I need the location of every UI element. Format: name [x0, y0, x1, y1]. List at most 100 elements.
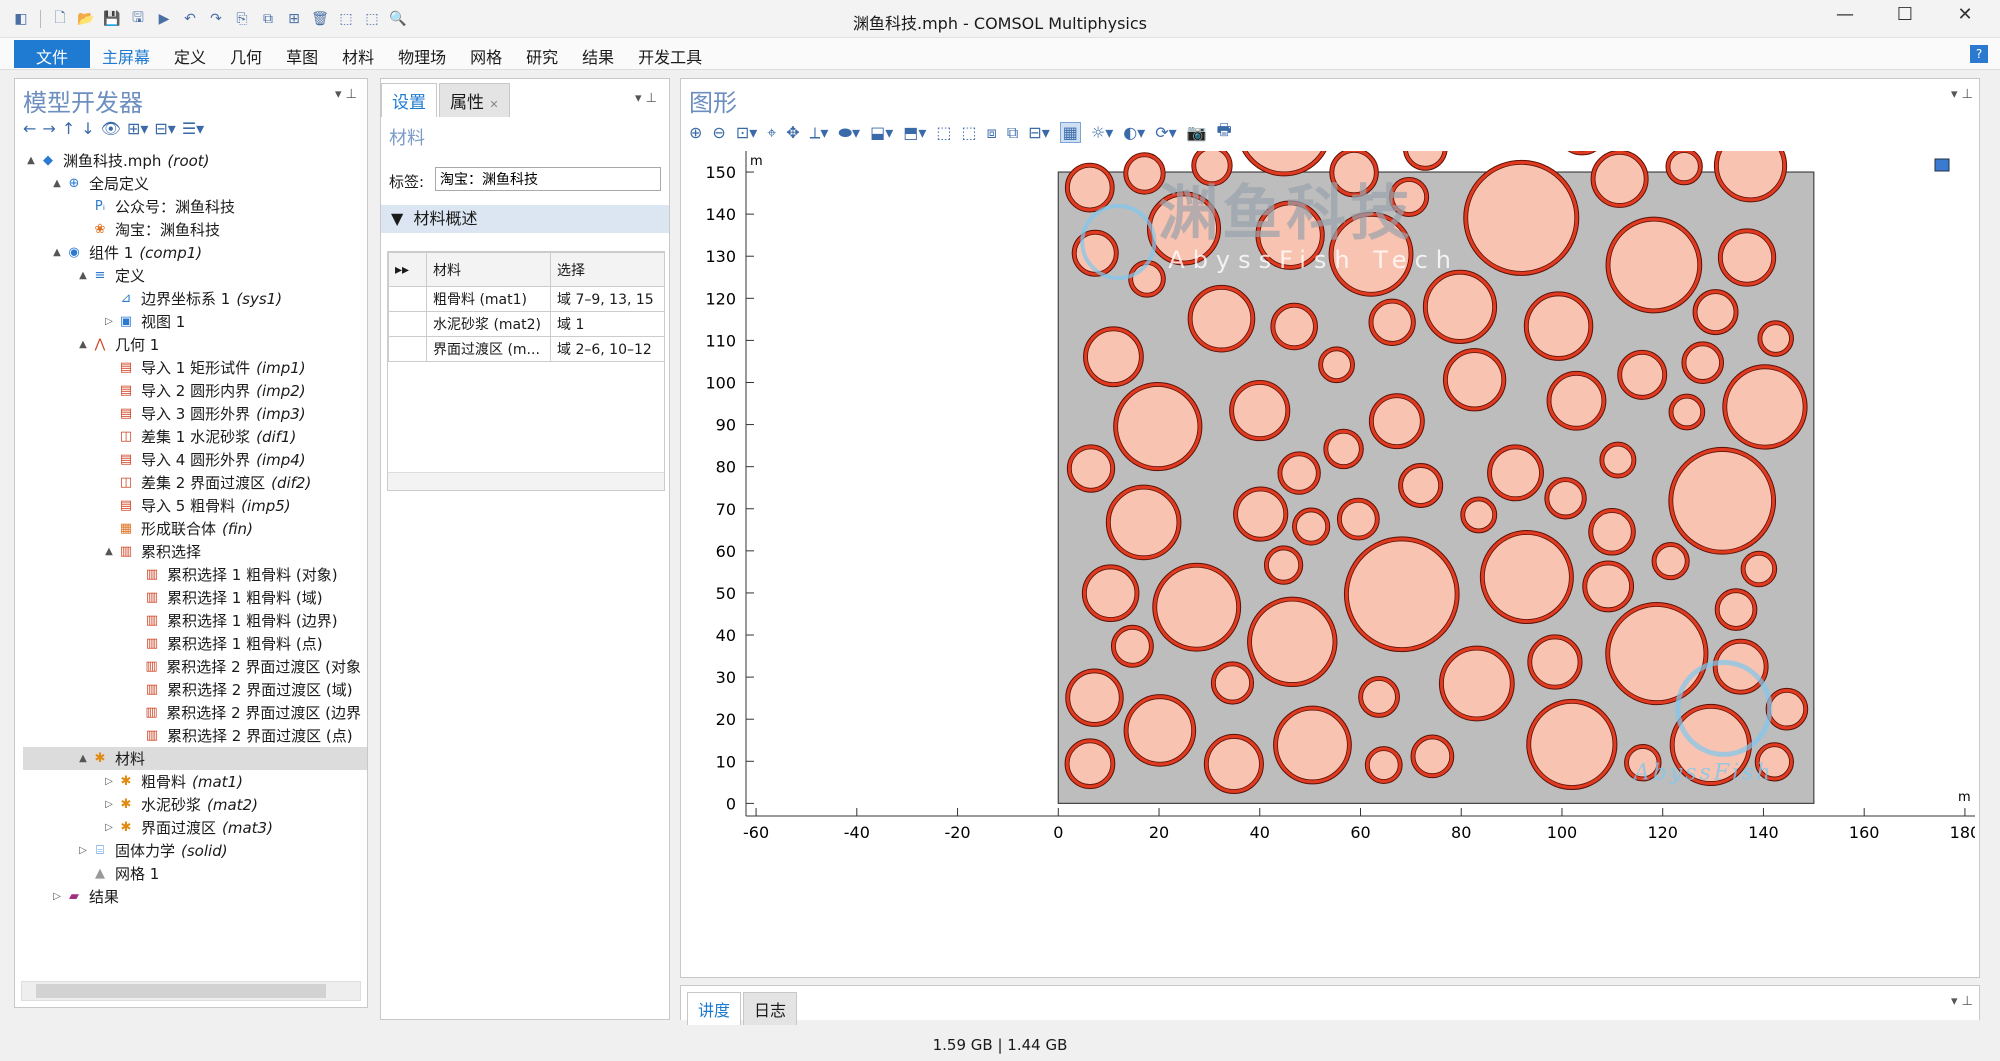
menu-5[interactable]: 材料 — [330, 40, 386, 68]
panel-menu-icon[interactable]: ▾ ⊥ — [1951, 994, 1973, 1009]
tab-properties[interactable]: 属性 ✕ — [439, 83, 510, 117]
hide-icon[interactable]: ⧈ — [987, 123, 997, 143]
tree-node[interactable]: ▲ ✱ 材料 — [23, 747, 367, 770]
zoom-extents-icon[interactable]: ⌖ — [767, 123, 776, 143]
tree-toggle-icon[interactable]: ▷ — [49, 891, 65, 902]
tree-node[interactable]: ▥ 累积选择 1 粗骨料 (对象) — [23, 563, 367, 586]
tree-node[interactable]: ▲ ≡ 定义 — [23, 264, 367, 287]
list-icon[interactable]: ☰▾ — [182, 119, 204, 138]
transparency-icon[interactable]: ◐▾ — [1123, 123, 1145, 142]
tree-toggle-icon[interactable]: ▲ — [101, 546, 117, 557]
domain-icon[interactable]: ⬒▾ — [903, 123, 926, 142]
tree-toggle-icon[interactable]: ▷ — [101, 776, 117, 787]
panel-menu-icon[interactable]: ▾ ⊥ — [635, 91, 657, 106]
close-button[interactable]: ✕ — [1935, 4, 1995, 25]
column-header-selection[interactable]: 选择 — [550, 252, 664, 287]
menu-3[interactable]: 几何 — [218, 40, 274, 68]
select-box-icon[interactable]: ⬚ — [936, 123, 951, 142]
tree-node[interactable]: ▷ ✱ 粗骨料 (mat1) — [23, 770, 367, 793]
tree-toggle-icon[interactable]: ▲ — [75, 753, 91, 764]
tree-toggle-icon[interactable]: ▷ — [101, 822, 117, 833]
menu-1[interactable]: 主屏幕 — [90, 40, 162, 68]
tree-toggle-icon[interactable]: ▲ — [75, 339, 91, 350]
tree-node[interactable]: ▥ 累积选择 1 粗骨料 (点) — [23, 632, 367, 655]
tree-node[interactable]: ▤ 导入 5 粗骨料 (imp5) — [23, 494, 367, 517]
move-up-icon[interactable]: ↑ — [62, 119, 75, 138]
table-row[interactable]: 粗骨料 (mat1) 域 7–9, 13, 15 — [388, 286, 664, 312]
menu-0[interactable]: 文件 — [14, 40, 91, 68]
tree-node[interactable]: ▤ 导入 3 圆形外界 (imp3) — [23, 402, 367, 425]
tree-node[interactable]: ▷ ✱ 水泥砂浆 (mat2) — [23, 793, 367, 816]
hide-selected-icon[interactable]: ⧉ — [1007, 123, 1018, 143]
help-icon[interactable]: ? — [1970, 45, 1988, 63]
menu-2[interactable]: 定义 — [162, 40, 218, 68]
back-icon[interactable]: ← — [23, 119, 36, 138]
table-row[interactable]: 水泥砂浆 (mat2) 域 1 — [388, 311, 664, 337]
tree-node[interactable]: ▲ ▥ 累积选择 — [23, 540, 367, 563]
boundary-icon[interactable]: ⬓▾ — [870, 123, 893, 142]
table-scrollbar[interactable] — [388, 472, 664, 490]
zoom-box-icon[interactable]: ⊡▾ — [736, 123, 757, 142]
tree-node[interactable]: ▲ ◉ 组件 1 (comp1) — [23, 241, 367, 264]
scene-light-icon[interactable]: ☼▾ — [1091, 123, 1113, 142]
tree-node[interactable]: ▷ ▣ 视图 1 — [23, 310, 367, 333]
tab-log[interactable]: 日志 — [743, 992, 798, 1025]
maximize-button[interactable]: ☐ — [1875, 4, 1935, 25]
tree-node[interactable]: ▤ 导入 4 圆形外界 (imp4) — [23, 448, 367, 471]
print-icon[interactable]: 🖶 — [1217, 119, 1232, 146]
tree-toggle-icon[interactable]: ▷ — [75, 845, 91, 856]
show-icon[interactable]: 👁 — [101, 119, 121, 138]
tree-node[interactable]: ▤ 导入 1 矩形试件 (imp1) — [23, 356, 367, 379]
menu-10[interactable]: 开发工具 — [626, 40, 714, 68]
tree-node[interactable]: ▤ 导入 2 圆形内界 (imp2) — [23, 379, 367, 402]
table-corner[interactable]: ▸▸ — [388, 252, 427, 287]
section-header[interactable]: ▼ 材料概述 — [381, 205, 669, 233]
tree-node[interactable]: ▥ 累积选择 1 粗骨料 (边界) — [23, 609, 367, 632]
tree-node[interactable]: Pᵢ 公众号：渊鱼科技 — [23, 195, 367, 218]
tree-node[interactable]: ▷ ▰ 结果 — [23, 885, 367, 908]
tree-toggle-icon[interactable]: ▲ — [75, 270, 91, 281]
select-mode-icon[interactable]: ⬬▾ — [838, 123, 860, 143]
tree-node[interactable]: ◫ 差集 1 水泥砂浆 (dif1) — [23, 425, 367, 448]
tree-node[interactable]: ⊿ 边界坐标系 1 (sys1) — [23, 287, 367, 310]
tree-node[interactable]: ▥ 累积选择 2 界面过渡区 (点) — [23, 724, 367, 747]
tree-node[interactable]: ❀ 淘宝：渊鱼科技 — [23, 218, 367, 241]
label-field[interactable] — [435, 167, 661, 191]
column-header-material[interactable]: 材料 — [426, 252, 551, 287]
tab-settings[interactable]: 设置 — [381, 83, 437, 117]
zoom-out-icon[interactable]: ⊖ — [712, 123, 725, 142]
tree-node[interactable]: ◫ 差集 2 界面过渡区 (dif2) — [23, 471, 367, 494]
tree-toggle-icon[interactable]: ▷ — [101, 799, 117, 810]
tree-toggle-icon[interactable]: ▲ — [23, 155, 39, 166]
zoom-in-icon[interactable]: ⊕ — [689, 123, 702, 142]
deselect-icon[interactable]: ⬚ — [962, 123, 977, 142]
panel-menu-icon[interactable]: ▾ ⊥ — [1951, 87, 1973, 102]
minimize-button[interactable]: — — [1815, 4, 1875, 25]
menu-7[interactable]: 网格 — [458, 40, 514, 68]
tree-toggle-icon[interactable]: ▲ — [49, 247, 65, 258]
menu-8[interactable]: 研究 — [514, 40, 570, 68]
tree-node[interactable]: ▥ 累积选择 2 界面过渡区 (对象 — [23, 655, 367, 678]
tree-node[interactable]: ▥ 累积选择 2 界面过渡区 (边界 — [23, 701, 367, 724]
tree-toggle-icon[interactable]: ▲ — [49, 178, 65, 189]
move-down-icon[interactable]: ↓ — [81, 119, 94, 138]
grid-icon[interactable]: ▦ — [1059, 122, 1081, 143]
menu-6[interactable]: 物理场 — [386, 40, 458, 68]
tree-node[interactable]: ▥ 累积选择 2 界面过渡区 (域) — [23, 678, 367, 701]
tree-node[interactable]: ▷ ⌸ 固体力学 (solid) — [23, 839, 367, 862]
graphics-canvas[interactable]: -60 -40 -20 0 20 40 60 80 100 120 140 160 180 0 10 20 30… — [683, 151, 1975, 973]
tree-node[interactable]: ▲ 网格 1 — [23, 862, 367, 885]
tab-progress[interactable]: 讲度 — [687, 992, 742, 1025]
collapse-icon[interactable]: ⊟▾ — [154, 119, 175, 138]
tree-node[interactable]: ▲ ◆ 渊鱼科技.mph (root) — [23, 149, 367, 172]
menu-9[interactable]: 结果 — [570, 40, 626, 68]
tree-node[interactable]: ▥ 累积选择 1 粗骨料 (域) — [23, 586, 367, 609]
camera-icon[interactable]: 📷 — [1187, 123, 1207, 142]
tree-node[interactable]: ▷ ✱ 界面过渡区 (mat3) — [23, 816, 367, 839]
pan-icon[interactable]: ✥ — [786, 123, 799, 142]
axis-icon[interactable]: ⟂▾ — [810, 123, 829, 143]
panel-menu-icon[interactable]: ▾ ⊥ — [335, 87, 357, 102]
horizontal-scrollbar[interactable] — [21, 981, 361, 1001]
tree-node[interactable]: ▲ ⋀ 几何 1 — [23, 333, 367, 356]
tree-toggle-icon[interactable]: ▷ — [101, 316, 117, 327]
